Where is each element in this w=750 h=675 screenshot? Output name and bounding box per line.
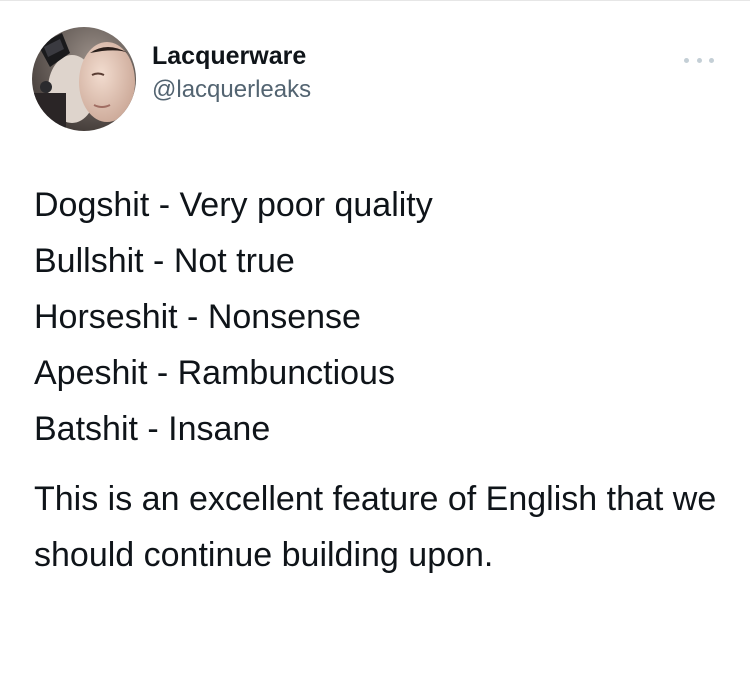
closing-text: This is an excellent feature of English … xyxy=(34,480,717,574)
definition-line: Dogshit - Very poor quality xyxy=(34,186,433,224)
display-name[interactable]: Lacquerware xyxy=(152,41,311,71)
definition-list: Dogshit - Very poor quality Bullshit - N… xyxy=(34,177,720,457)
user-handle[interactable]: @lacquerleaks xyxy=(152,75,311,105)
tweet-text: Dogshit - Very poor quality Bullshit - N… xyxy=(34,177,720,583)
definition-line: Batshit - Insane xyxy=(34,410,271,448)
more-dot xyxy=(684,57,689,63)
more-dot xyxy=(696,57,702,63)
definition-line: Horseshit - Nonsense xyxy=(34,298,361,336)
more-horizontal-icon[interactable] xyxy=(684,55,714,65)
avatar-photo-icon xyxy=(32,27,136,131)
definition-line: Apeshit - Rambunctious xyxy=(34,354,395,392)
tweet-author[interactable]: Lacquerware @lacquerleaks xyxy=(152,41,311,105)
definition-line: Bullshit - Not true xyxy=(34,242,295,280)
avatar[interactable] xyxy=(32,27,136,131)
tweet-card: Lacquerware @lacquerleaks Dogshit - Very… xyxy=(0,0,750,675)
more-dot xyxy=(709,57,714,63)
